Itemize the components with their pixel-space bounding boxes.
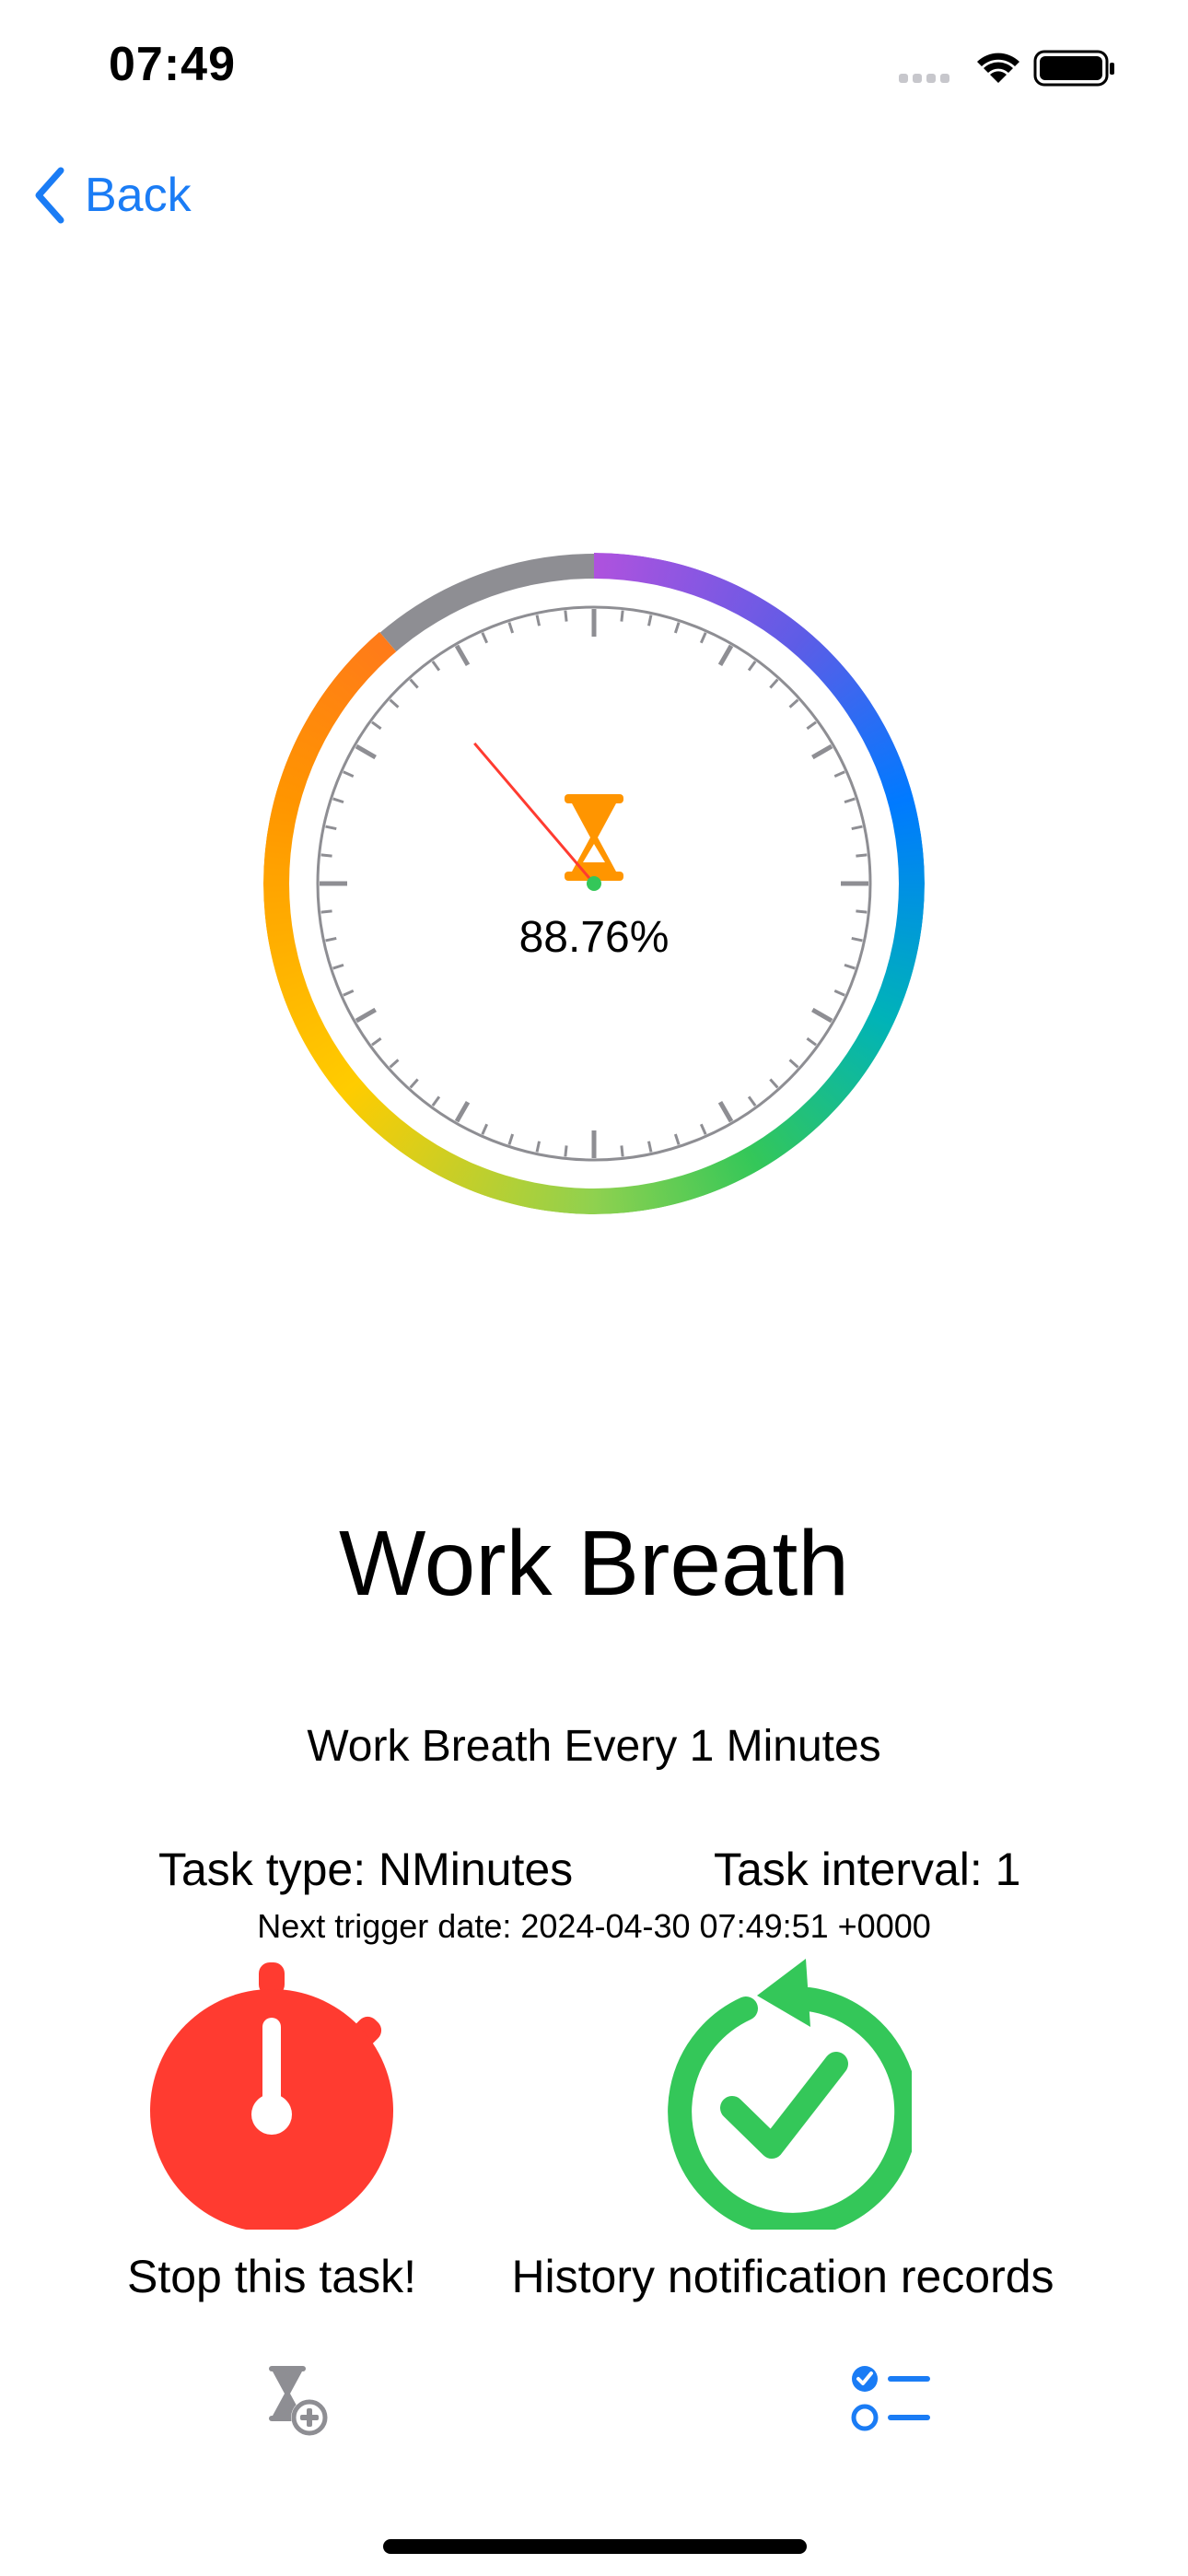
progress-percent: 88.76% <box>518 913 670 962</box>
task-type: Task type: NMinutes <box>158 1844 574 1895</box>
dial-tick <box>564 610 568 622</box>
status-icons <box>899 50 1114 87</box>
refresh-check-icon[interactable] <box>654 1953 912 2230</box>
task-description: Work Breath Every 1 Minutes <box>307 1722 881 1771</box>
home-indicator <box>383 2539 807 2554</box>
dial-tick <box>856 909 868 914</box>
progress-dial <box>263 553 925 1214</box>
dial-tick <box>320 853 332 858</box>
task-title: Work Breath <box>339 1512 849 1615</box>
history-records-button[interactable]: History notification records <box>479 2250 1087 2303</box>
dial-tick <box>564 1145 568 1157</box>
stop-task-button[interactable]: Stop this task! <box>87 2250 456 2303</box>
task-interval: Task interval: 1 <box>714 1844 1021 1895</box>
cellular-signal-icon <box>899 74 949 83</box>
dial-tick <box>856 853 868 858</box>
dial-center-dot <box>587 876 601 891</box>
dial-tick <box>620 610 624 622</box>
add-timer-icon[interactable] <box>263 2364 330 2438</box>
battery-icon <box>1033 50 1114 87</box>
back-label: Back <box>85 169 192 222</box>
chevron-left-icon <box>35 167 64 224</box>
next-trigger-date: Next trigger date: 2024-04-30 07:49:51 +… <box>257 1907 931 1945</box>
stopwatch-icon[interactable] <box>147 1962 396 2230</box>
dial-tick <box>620 1145 624 1157</box>
checklist-icon[interactable] <box>851 2364 934 2434</box>
dial-tick <box>320 909 332 914</box>
status-time: 07:49 <box>109 38 236 91</box>
back-button[interactable]: Back <box>33 158 192 232</box>
wifi-icon <box>977 53 1019 83</box>
